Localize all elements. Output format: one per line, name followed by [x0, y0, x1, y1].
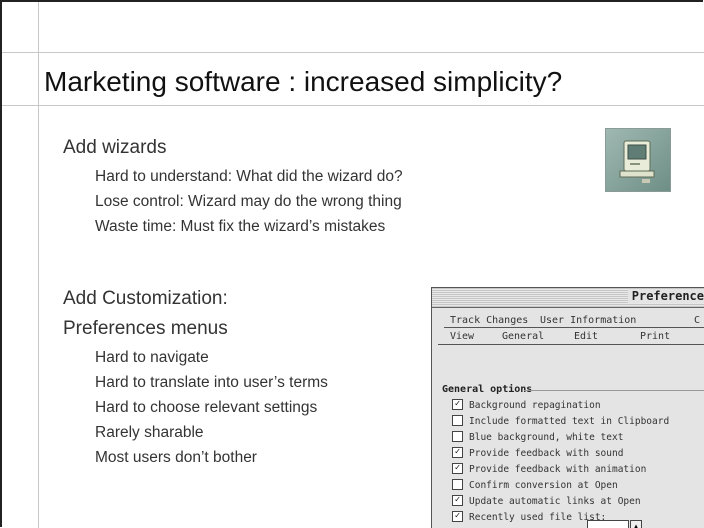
title-underline [2, 105, 704, 106]
option-row: Blue background, white text [452, 431, 623, 446]
bullet: Hard to navigate [95, 349, 209, 366]
tab-c: C [694, 315, 701, 326]
section-label: General options [442, 384, 533, 395]
option-row: ✓ Update automatic links at Open [452, 495, 641, 510]
tab-strip: Track Changes User Information C View Ge… [432, 308, 704, 354]
checkbox [452, 479, 463, 490]
bullet: Lose control: Wizard may do the wrong th… [95, 193, 402, 210]
tab-track-changes: Track Changes [450, 315, 529, 326]
margin-guide-vertical [38, 2, 39, 528]
section-heading-wizards: Add wizards [63, 137, 167, 158]
bullet: Most users don’t bother [95, 449, 257, 466]
option-row: Include formatted text in Clipboard [452, 415, 669, 430]
checkbox: ✓ [452, 495, 463, 506]
recent-files-field: 9 [587, 520, 629, 528]
slide-title: Marketing software : increased simplicit… [44, 66, 563, 97]
tab-print: Print [640, 331, 671, 342]
bullet: Hard to translate into user’s terms [95, 374, 328, 391]
bullet: Waste time: Must fix the wizard’s mistak… [95, 218, 386, 235]
checkbox: ✓ [452, 463, 463, 474]
bullet: Rarely sharable [95, 424, 204, 441]
option-row: ✓ Background repagination [452, 399, 601, 414]
section-heading-preferences: Preferences menus [63, 318, 228, 339]
window-title: Preference [627, 289, 704, 303]
checkbox [452, 415, 463, 426]
option-row: ✓ Recently used file list: [452, 511, 606, 526]
tab-view: View [450, 331, 475, 342]
tab-edit: Edit [574, 331, 599, 342]
bullet: Hard to understand: What did the wizard … [95, 168, 403, 185]
tab-general: General [502, 331, 545, 342]
margin-guide-top [2, 52, 704, 53]
preferences-window-screenshot: Preference Track Changes User Informatio… [431, 287, 704, 528]
option-row: ✓ Provide feedback with sound [452, 447, 623, 462]
stepper-up-icon: ▲ [630, 520, 642, 528]
option-row: ✓ Provide feedback with animation [452, 463, 646, 478]
option-row: Confirm conversion at Open [452, 479, 618, 494]
section-heading-customization: Add Customization: [63, 288, 228, 309]
checkbox: ✓ [452, 399, 463, 410]
section-rule [524, 390, 704, 391]
bullet: Hard to choose relevant settings [95, 399, 318, 416]
window-title-bar: Preference [432, 288, 704, 308]
computer-icon [605, 128, 671, 192]
checkbox: ✓ [452, 511, 463, 522]
checkbox [452, 431, 463, 442]
tab-user-information: User Information [540, 315, 637, 326]
checkbox: ✓ [452, 447, 463, 458]
